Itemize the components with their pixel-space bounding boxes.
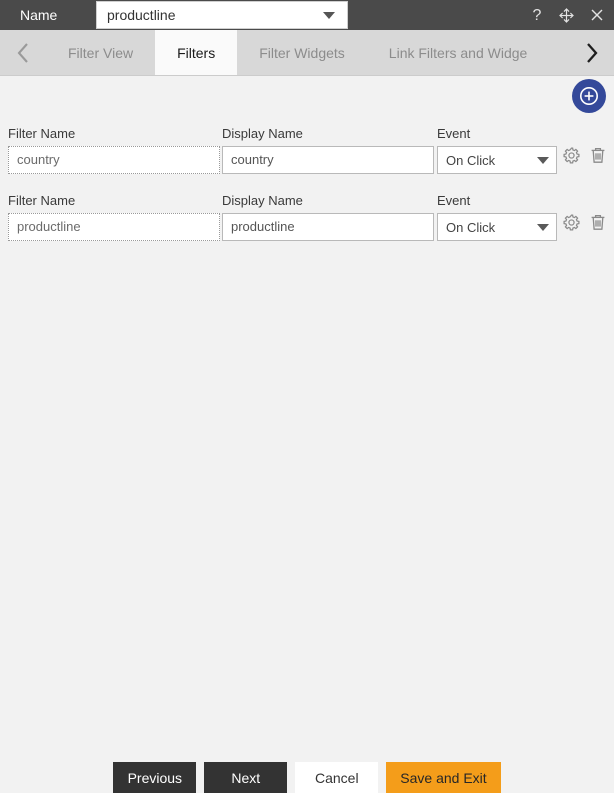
tab-list: Filter View Filters Filter Widgets Link …: [46, 30, 568, 75]
window-controls: ?: [527, 0, 606, 30]
event-group: Event On Click: [437, 126, 557, 174]
display-name-label: Display Name: [222, 126, 303, 141]
cancel-button[interactable]: Cancel: [295, 762, 379, 793]
chevron-down-icon: [323, 11, 335, 19]
add-filter-button[interactable]: [572, 79, 606, 113]
row-actions: [562, 213, 607, 232]
filter-name-group: Filter Name productline: [8, 193, 220, 241]
close-icon[interactable]: [587, 4, 606, 26]
gear-icon[interactable]: [562, 213, 581, 232]
tab-link-filters-and-widgets[interactable]: Link Filters and Widge: [366, 30, 550, 75]
tab-filter-view[interactable]: Filter View: [46, 30, 156, 75]
next-button[interactable]: Next: [204, 762, 288, 793]
tab-scroll-left-button[interactable]: [0, 30, 46, 75]
footer-actions: Previous Next Cancel Save and Exit: [0, 762, 614, 793]
table-row: Filter Name productline Display Name pro…: [0, 193, 614, 260]
display-name-input[interactable]: country: [222, 146, 434, 174]
display-name-group: Display Name country: [222, 126, 434, 174]
table-row: Filter Name country Display Name country…: [0, 126, 614, 193]
previous-button[interactable]: Previous: [113, 762, 197, 793]
event-dropdown[interactable]: On Click: [437, 146, 557, 174]
name-label: Name: [20, 7, 58, 23]
filter-rows: Filter Name country Display Name country…: [0, 126, 614, 260]
chevron-down-icon: [537, 223, 549, 231]
event-label: Event: [437, 193, 471, 208]
title-bar: Name productline ?: [0, 0, 614, 30]
display-name-input[interactable]: productline: [222, 213, 434, 241]
tab-scroll-right-button[interactable]: [568, 30, 614, 75]
chevron-down-icon: [537, 156, 549, 164]
event-group: Event On Click: [437, 193, 557, 241]
row-actions: [562, 146, 607, 165]
display-name-group: Display Name productline: [222, 193, 434, 241]
filter-name-label: Filter Name: [8, 126, 76, 141]
tab-strip: Filter View Filters Filter Widgets Link …: [0, 30, 614, 76]
filter-name-group: Filter Name country: [8, 126, 220, 174]
move-icon[interactable]: [557, 4, 576, 26]
event-label: Event: [437, 126, 471, 141]
save-and-exit-button[interactable]: Save and Exit: [386, 762, 501, 793]
filter-name-input[interactable]: country: [8, 146, 220, 174]
name-dropdown-value: productline: [107, 7, 176, 23]
tab-label: Link Filters and Widge: [388, 44, 528, 61]
name-dropdown[interactable]: productline: [96, 1, 348, 29]
event-dropdown[interactable]: On Click: [437, 213, 557, 241]
event-dropdown-value: On Click: [446, 219, 496, 235]
gear-icon[interactable]: [562, 146, 581, 165]
filter-name-input[interactable]: productline: [8, 213, 220, 241]
svg-text:?: ?: [532, 7, 541, 24]
display-name-label: Display Name: [222, 193, 303, 208]
trash-icon[interactable]: [589, 146, 607, 165]
question-mark-icon[interactable]: ?: [527, 4, 546, 26]
tab-label: Filter Widgets: [259, 44, 345, 61]
tab-filter-widgets[interactable]: Filter Widgets: [237, 30, 367, 75]
tab-filters[interactable]: Filters: [155, 30, 238, 75]
trash-icon[interactable]: [589, 213, 607, 232]
event-dropdown-value: On Click: [446, 152, 496, 168]
tab-label: Filters: [177, 44, 216, 61]
tab-label: Filter View: [68, 44, 134, 61]
filter-name-label: Filter Name: [8, 193, 76, 208]
